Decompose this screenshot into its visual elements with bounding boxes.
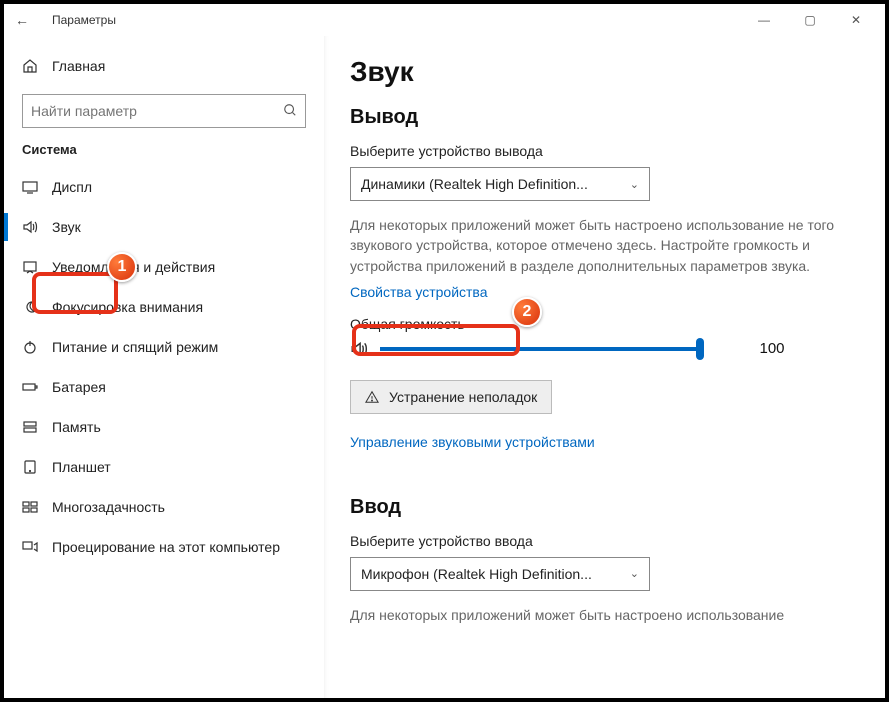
notify-icon (22, 259, 38, 275)
sound-icon (22, 219, 38, 235)
home-icon (22, 58, 38, 74)
window-title: Параметры (52, 13, 116, 27)
warning-icon (365, 390, 379, 404)
multitask-icon (22, 499, 38, 515)
output-choose-label: Выберите устройство вывода (350, 143, 855, 159)
sidebar-category: Система (4, 142, 324, 157)
titlebar: ← Параметры — ▢ ✕ (4, 4, 885, 36)
project-icon (22, 539, 38, 555)
input-device-value: Микрофон (Realtek High Definition... (361, 566, 630, 582)
chevron-down-icon: ⌄ (630, 178, 639, 191)
sidebar-item-focus[interactable]: Фокусировка внимания (4, 287, 324, 327)
volume-label: Общая громкость (350, 316, 855, 332)
storage-icon (22, 419, 38, 435)
sidebar-item-label: Диспл (52, 179, 92, 195)
maximize-button[interactable]: ▢ (787, 4, 833, 36)
device-properties-link[interactable]: Свойства устройства (350, 284, 488, 300)
speaker-icon[interactable] (350, 340, 368, 358)
search-input[interactable] (31, 103, 283, 119)
volume-slider[interactable] (380, 347, 700, 351)
sidebar-item-sound[interactable]: Звук (4, 207, 324, 247)
sidebar-home[interactable]: Главная (4, 48, 324, 84)
sidebar-item-label: Многозадачность (52, 499, 165, 515)
output-device-value: Динамики (Realtek High Definition... (361, 176, 630, 192)
input-choose-label: Выберите устройство ввода (350, 533, 855, 549)
sidebar-item-multitask[interactable]: Многозадачность (4, 487, 324, 527)
slider-thumb[interactable] (696, 338, 704, 360)
minimize-button[interactable]: — (741, 4, 787, 36)
sidebar-item-label: Память (52, 419, 101, 435)
chevron-down-icon: ⌄ (630, 567, 639, 580)
sidebar-item-power[interactable]: Питание и спящий режим (4, 327, 324, 367)
sidebar-item-label: Звук (52, 219, 81, 235)
input-device-dropdown[interactable]: Микрофон (Realtek High Definition... ⌄ (350, 557, 650, 591)
sidebar-item-label: Уведомления и действия (52, 259, 215, 275)
search-icon (283, 103, 297, 120)
sidebar-home-label: Главная (52, 58, 105, 74)
sidebar-item-label: Планшет (52, 459, 111, 475)
page-title: Звук (350, 56, 855, 88)
sidebar-item-label: Питание и спящий режим (52, 339, 218, 355)
section-input-heading: Ввод (350, 496, 855, 519)
sidebar-item-display[interactable]: Диспл (4, 167, 324, 207)
sidebar-item-storage[interactable]: Память (4, 407, 324, 447)
sidebar-item-battery[interactable]: Батарея (4, 367, 324, 407)
display-icon (22, 179, 38, 195)
sidebar-item-tablet[interactable]: Планшет (4, 447, 324, 487)
troubleshoot-label: Устранение неполадок (389, 389, 537, 405)
manage-devices-link[interactable]: Управление звуковыми устройствами (350, 434, 595, 450)
sidebar-item-notifications[interactable]: Уведомления и действия (4, 247, 324, 287)
sidebar-item-label: Батарея (52, 379, 106, 395)
section-output-heading: Вывод (350, 106, 855, 129)
output-description: Для некоторых приложений может быть наст… (350, 215, 855, 276)
search-box[interactable] (22, 94, 306, 128)
troubleshoot-button[interactable]: Устранение неполадок (350, 380, 552, 414)
volume-value: 100 (742, 340, 802, 357)
focus-icon (22, 299, 38, 315)
tablet-icon (22, 459, 38, 475)
sidebar-nav: Диспл Звук Уведомления и действия Фокуси… (4, 167, 324, 567)
sidebar-item-label: Проецирование на этот компьютер (52, 539, 280, 555)
power-icon (22, 339, 38, 355)
output-device-dropdown[interactable]: Динамики (Realtek High Definition... ⌄ (350, 167, 650, 201)
sidebar-item-label: Фокусировка внимания (52, 299, 203, 315)
sidebar: Главная Система Диспл Звук (4, 36, 324, 698)
sidebar-item-project[interactable]: Проецирование на этот компьютер (4, 527, 324, 567)
back-button[interactable]: ← (10, 12, 34, 28)
content-area: Звук Вывод Выберите устройство вывода Ди… (324, 36, 885, 698)
close-button[interactable]: ✕ (833, 4, 879, 36)
input-description: Для некоторых приложений может быть наст… (350, 605, 855, 625)
battery-icon (22, 379, 38, 395)
